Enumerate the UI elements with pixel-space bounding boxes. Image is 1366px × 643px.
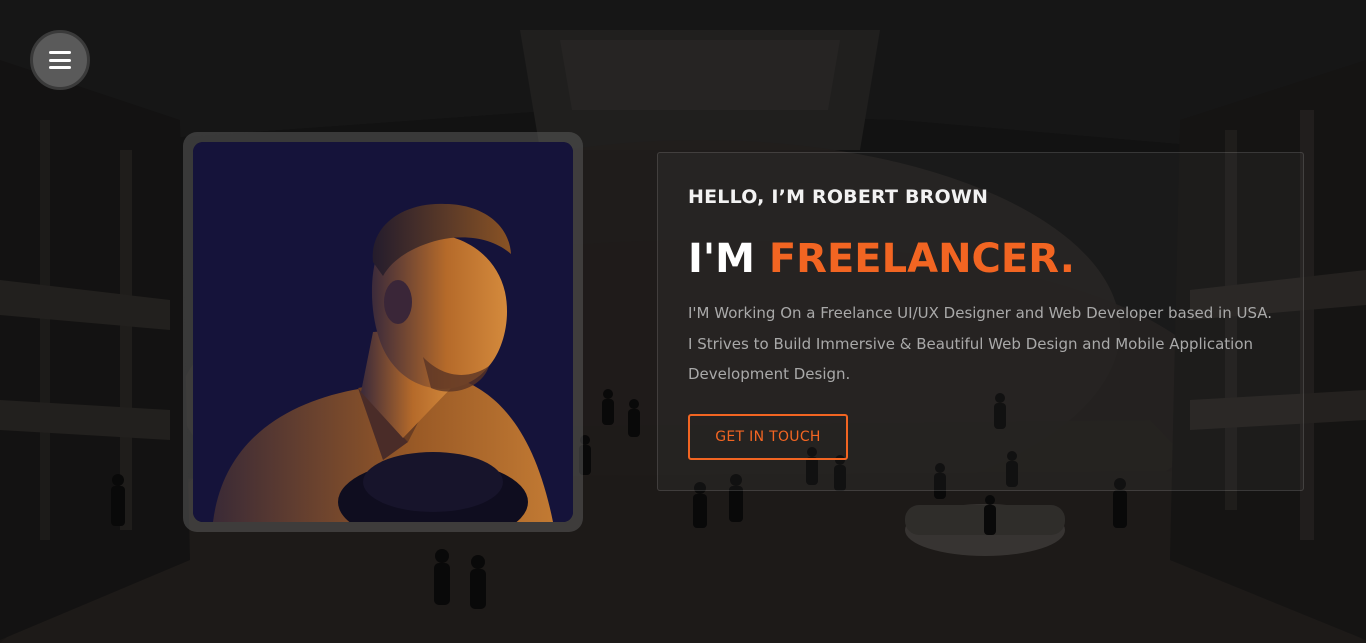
menu-button[interactable] [30, 30, 90, 90]
profile-photo [193, 142, 573, 522]
greeting-text: HELLO, I’M ROBERT BROWN [688, 186, 989, 208]
headline-accent: FREELANCER. [768, 236, 1075, 282]
hero-section: HELLO, I’M ROBERT BROWN I'M FREELANCER. … [0, 0, 1366, 643]
headline: I'M FREELANCER. [688, 234, 1075, 284]
intro-description: I'M Working On a Freelance UI/UX Designe… [688, 304, 1273, 383]
headline-prefix: I'M [688, 236, 769, 282]
hamburger-menu-icon [49, 51, 71, 69]
get-in-touch-button[interactable]: GET IN TOUCH [688, 414, 848, 460]
portrait-frame [183, 132, 583, 532]
